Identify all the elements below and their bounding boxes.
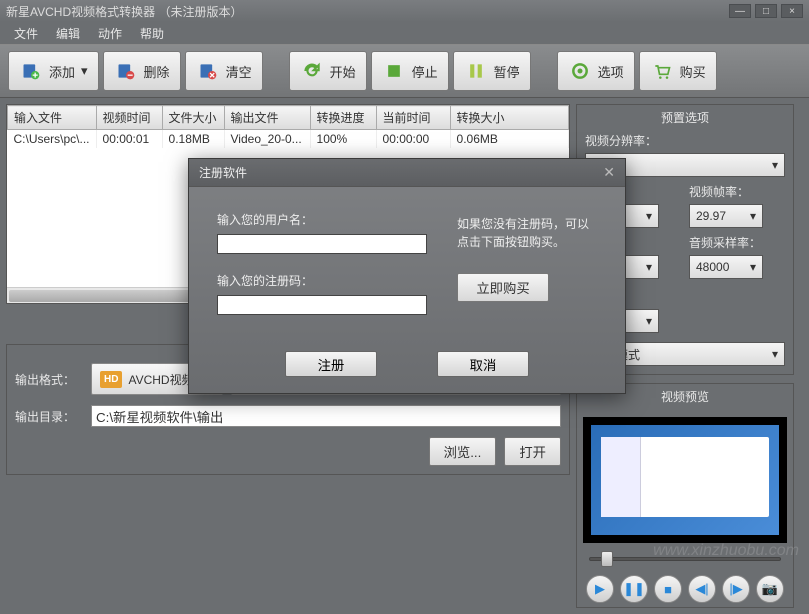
menubar: 文件 编辑 动作 帮助 xyxy=(0,22,809,44)
regcode-label: 输入您的注册码： xyxy=(217,272,439,289)
output-format-label: 输出格式： xyxy=(15,371,83,388)
play-button[interactable]: ▶ xyxy=(586,575,614,603)
snapshot-button[interactable]: 📷 xyxy=(756,575,784,603)
register-dialog: 注册软件 ✕ 输入您的用户名： 输入您的注册码： 如果您没有注册码，可以点击下面… xyxy=(188,158,626,394)
dialog-tip: 如果您没有注册码，可以点击下面按钮购买。 xyxy=(457,215,597,251)
browse-button[interactable]: 浏览... xyxy=(429,437,497,466)
dialog-title: 注册软件 xyxy=(199,164,247,181)
col-vtime[interactable]: 视频时间 xyxy=(96,106,162,130)
add-button[interactable]: 添加▾ xyxy=(8,51,99,91)
username-label: 输入您的用户名： xyxy=(217,211,439,228)
col-fsize[interactable]: 文件大小 xyxy=(162,106,224,130)
seek-slider[interactable] xyxy=(583,549,787,569)
col-input[interactable]: 输入文件 xyxy=(8,106,97,130)
samplerate-dropdown[interactable]: 48000 xyxy=(689,255,763,279)
hd-icon: HD xyxy=(100,371,122,388)
preset-title: 预置选项 xyxy=(585,109,785,132)
toolbar: 添加▾ 删除 清空 开始 停止 暂停 选项 购买 xyxy=(0,44,809,98)
refresh-icon xyxy=(300,59,324,83)
film-plus-icon xyxy=(19,59,43,83)
pause-icon xyxy=(464,59,488,83)
buy-now-button[interactable]: 立即购买 xyxy=(457,273,549,302)
samplerate-label: 音频采样率： xyxy=(689,234,785,251)
maximize-button[interactable]: □ xyxy=(755,4,777,18)
buy-button[interactable]: 购买 xyxy=(639,51,717,91)
menu-edit[interactable]: 编辑 xyxy=(48,23,88,44)
dialog-close-icon[interactable]: ✕ xyxy=(603,164,615,181)
open-button[interactable]: 打开 xyxy=(504,437,561,466)
film-x-icon xyxy=(196,59,220,83)
titlebar: 新星AVCHD视频格式转换器 （未注册版本） — □ × xyxy=(0,0,809,22)
menu-action[interactable]: 动作 xyxy=(90,23,130,44)
menu-help[interactable]: 帮助 xyxy=(132,23,172,44)
resolution-label: 视频分辨率： xyxy=(585,132,785,149)
stop-button[interactable]: 停止 xyxy=(371,51,449,91)
col-progress[interactable]: 转换进度 xyxy=(310,106,376,130)
minimize-button[interactable]: — xyxy=(729,4,751,18)
video-preview xyxy=(583,417,787,543)
player-pause-button[interactable]: ❚❚ xyxy=(620,575,648,603)
col-curtime[interactable]: 当前时间 xyxy=(376,106,450,130)
output-dir-label: 输出目录： xyxy=(15,408,83,425)
film-minus-icon xyxy=(114,59,138,83)
cart-icon xyxy=(650,59,674,83)
cancel-button[interactable]: 取消 xyxy=(437,351,529,377)
gear-icon xyxy=(568,59,592,83)
close-button[interactable]: × xyxy=(781,4,803,18)
start-button[interactable]: 开始 xyxy=(289,51,367,91)
register-button[interactable]: 注册 xyxy=(285,351,377,377)
fps-label: 视频帧率： xyxy=(689,183,785,200)
options-button[interactable]: 选项 xyxy=(557,51,635,91)
chevron-down-icon: ▾ xyxy=(81,63,88,79)
stop-icon xyxy=(382,59,406,83)
menu-file[interactable]: 文件 xyxy=(6,23,46,44)
player-stop-button[interactable]: ■ xyxy=(654,575,682,603)
delete-button[interactable]: 删除 xyxy=(103,51,181,91)
prev-frame-button[interactable]: ◀| xyxy=(688,575,716,603)
pause-button[interactable]: 暂停 xyxy=(453,51,531,91)
regcode-input[interactable] xyxy=(217,295,427,315)
output-dir-input[interactable] xyxy=(91,405,561,427)
next-frame-button[interactable]: |▶ xyxy=(722,575,750,603)
table-row[interactable]: C:\Users\pc\... 00:00:01 0.18MB Video_20… xyxy=(8,130,569,149)
col-output[interactable]: 输出文件 xyxy=(224,106,310,130)
app-title: 新星AVCHD视频格式转换器 （未注册版本） xyxy=(6,3,242,20)
fps-dropdown[interactable]: 29.97 xyxy=(689,204,763,228)
clear-button[interactable]: 清空 xyxy=(185,51,263,91)
col-outsize[interactable]: 转换大小 xyxy=(450,106,568,130)
username-input[interactable] xyxy=(217,234,427,254)
